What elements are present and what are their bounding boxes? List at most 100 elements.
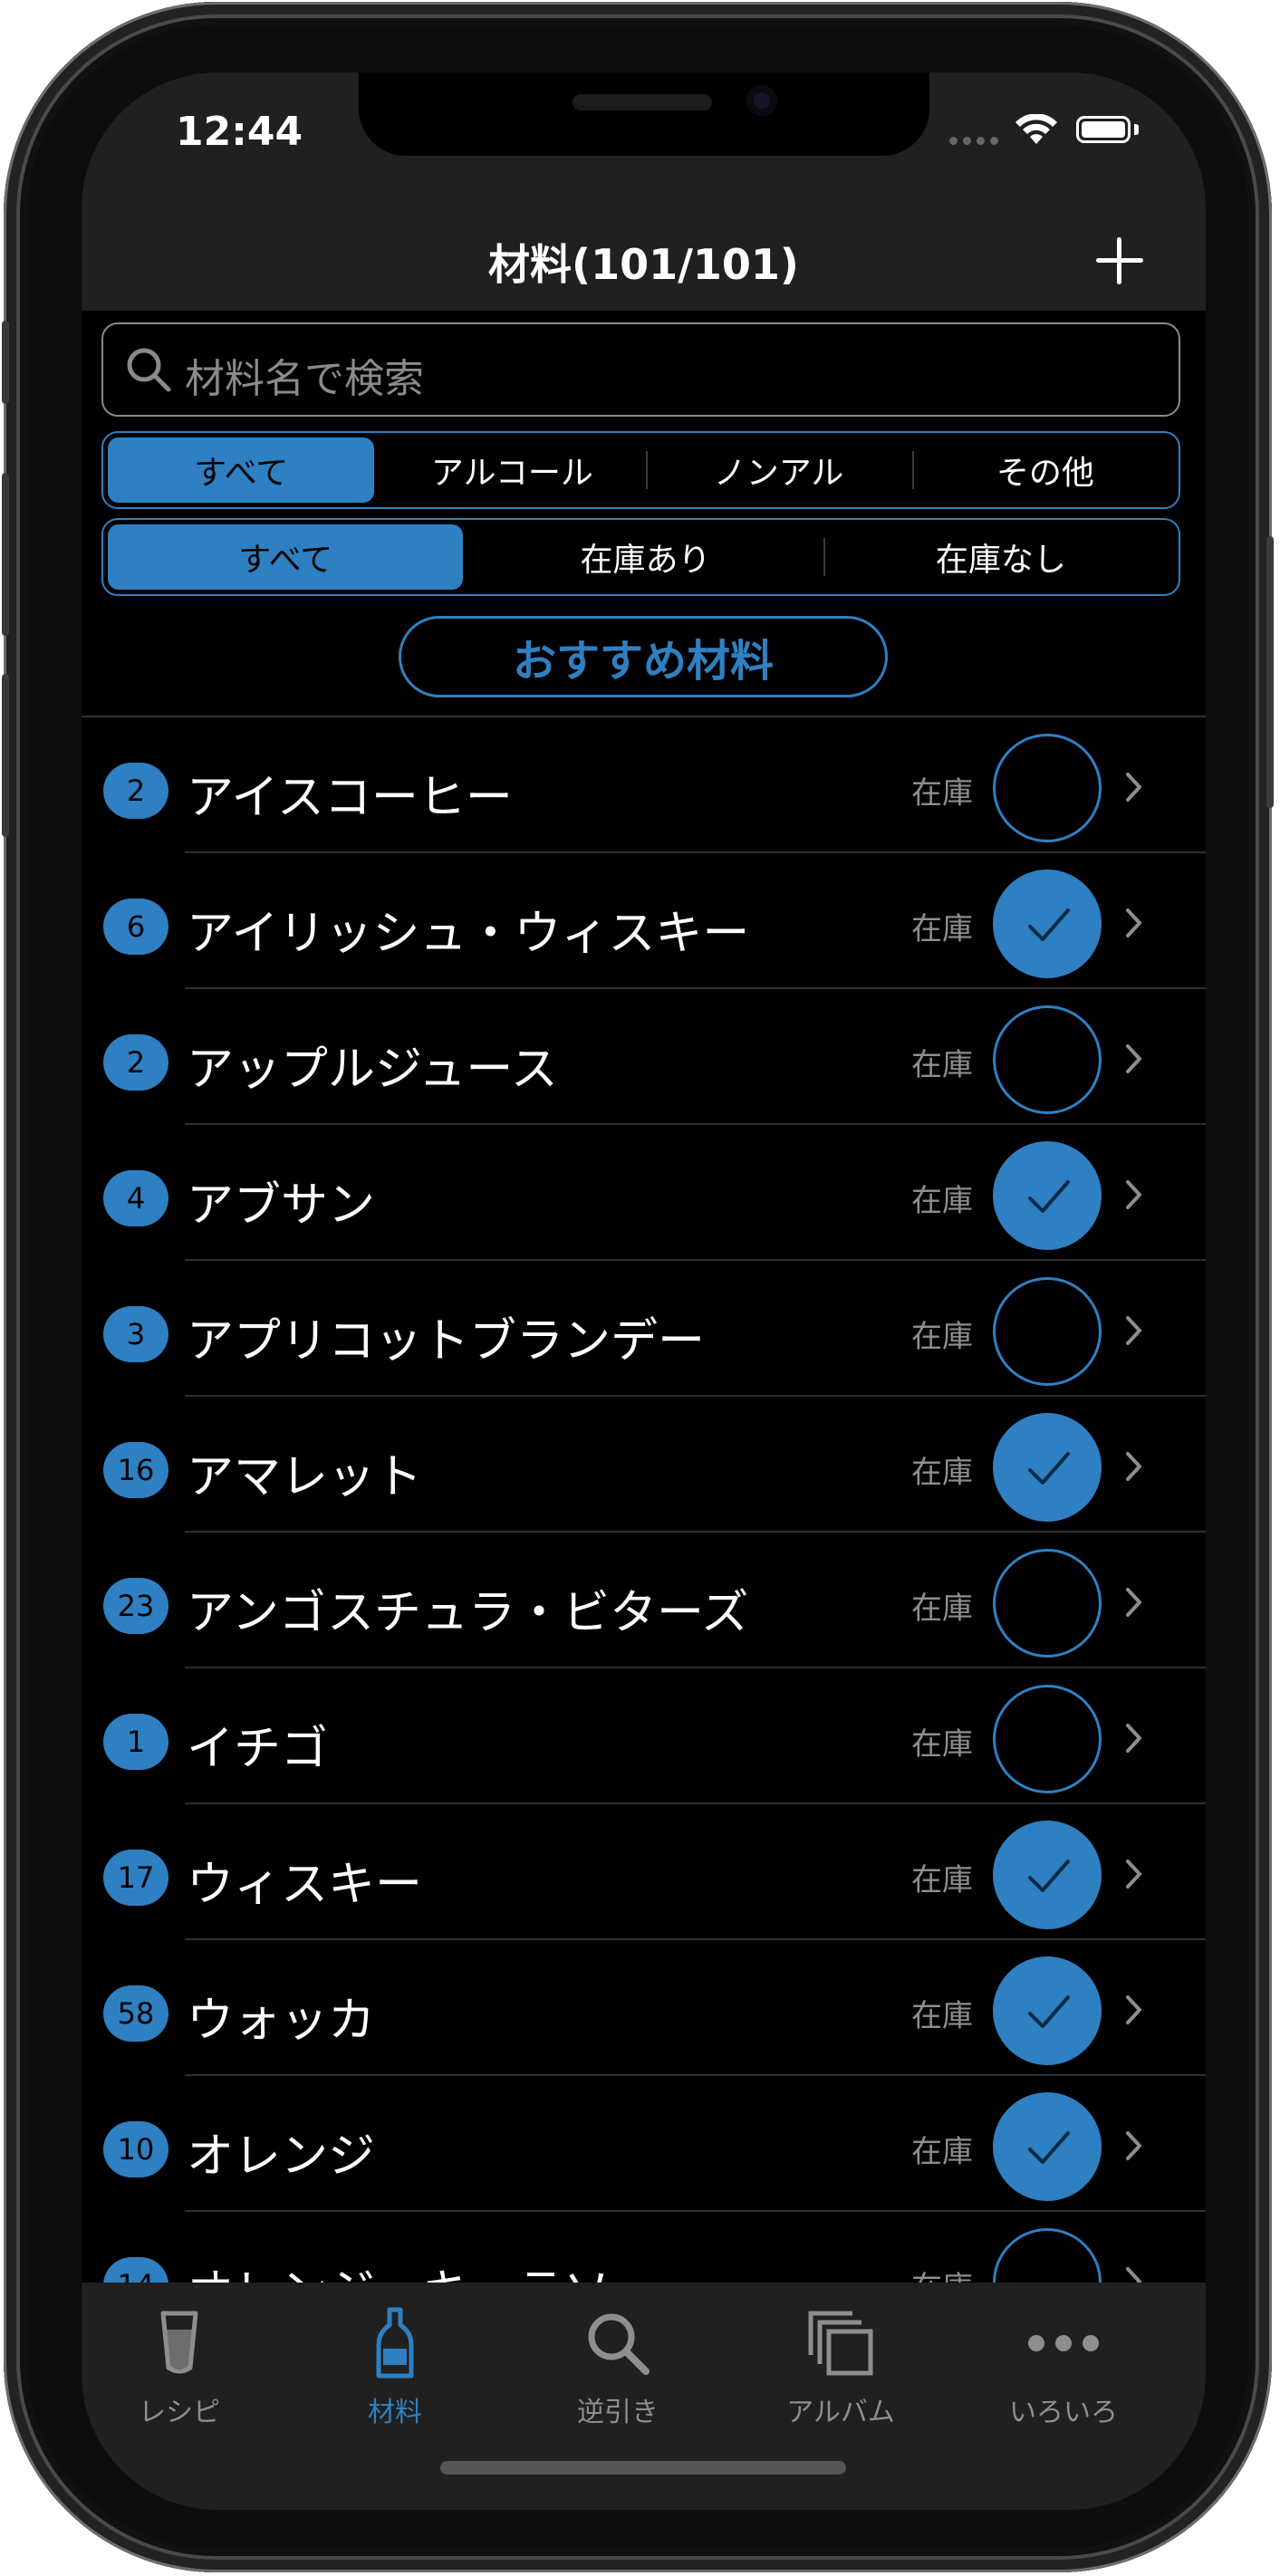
- recommended-ingredients-button[interactable]: おすすめ材料: [399, 616, 888, 697]
- list-item[interactable]: 4 アブサン 在庫: [82, 1125, 1206, 1261]
- ingredient-name: アップルジュース: [187, 1043, 558, 1097]
- chevron-right-icon[interactable]: [1125, 2130, 1143, 2161]
- wifi-icon: [1015, 114, 1057, 144]
- stock-label: 在庫: [911, 1319, 973, 1355]
- home-indicator: [440, 2461, 846, 2475]
- list-item[interactable]: 58 ウォッカ 在庫: [82, 1940, 1206, 2076]
- stock-checkbox[interactable]: [993, 2092, 1102, 2201]
- search-icon: [127, 348, 171, 392]
- navigation-bar: 材料(101/101): [82, 208, 1206, 311]
- battery-tip: [1134, 124, 1139, 135]
- category-all[interactable]: すべて: [108, 437, 375, 503]
- stock-checkbox[interactable]: [993, 1141, 1102, 1250]
- speaker: [573, 94, 712, 111]
- stock-checkbox[interactable]: [993, 1277, 1102, 1386]
- ingredient-name: アプリコットブランデー: [187, 1314, 706, 1369]
- list-item[interactable]: 2 アイスコーヒー 在庫: [82, 717, 1206, 853]
- notch: [359, 72, 929, 156]
- recipe-count-badge: 2: [103, 763, 168, 819]
- tab-label: いろいろ: [1009, 2397, 1118, 2428]
- stock-checkbox[interactable]: [993, 734, 1102, 842]
- stock-checkbox[interactable]: [993, 1413, 1102, 1522]
- recipe-count-badge: 4: [103, 1170, 168, 1226]
- volume-up-button: [2, 473, 9, 636]
- search-input[interactable]: 材料名で検索: [101, 322, 1180, 417]
- list-item[interactable]: 3 アプリコットブランデー 在庫: [82, 1261, 1206, 1397]
- search-placeholder: 材料名で検索: [185, 356, 424, 402]
- list-item[interactable]: 2 アップルジュース 在庫: [82, 989, 1206, 1125]
- list-item[interactable]: 6 アイリッシュ・ウィスキー 在庫: [82, 853, 1206, 989]
- tab-ingredients[interactable]: 材料: [295, 2302, 495, 2429]
- list-item[interactable]: 23 アンゴスチュラ・ビターズ 在庫: [82, 1533, 1206, 1668]
- stock-label: 在庫: [911, 2134, 973, 2170]
- list-item[interactable]: 16 アマレット 在庫: [82, 1397, 1206, 1533]
- chevron-right-icon[interactable]: [1125, 1043, 1143, 1074]
- stock-checkbox[interactable]: [993, 1005, 1102, 1114]
- tab-label: 材料: [368, 2397, 422, 2428]
- tab-more[interactable]: いろいろ: [964, 2302, 1163, 2429]
- tab-label: レシピ: [139, 2397, 220, 2428]
- chevron-right-icon[interactable]: [1125, 1451, 1143, 1482]
- stock-checkbox[interactable]: [993, 1685, 1102, 1793]
- recipe-count-badge: 2: [103, 1034, 168, 1091]
- search-icon: [518, 2302, 717, 2384]
- recipe-count-badge: 16: [103, 1442, 168, 1498]
- stock-label: 在庫: [911, 1047, 973, 1083]
- ingredient-name: アンゴスチュラ・ビターズ: [187, 1586, 749, 1640]
- chevron-right-icon[interactable]: [1125, 1994, 1143, 2025]
- stock-checkbox[interactable]: [993, 1821, 1102, 1929]
- ingredient-list: 2 アイスコーヒー 在庫 6 アイリッシュ・ウィスキー 在庫 2 アップルジュース 在庫 4 アブサ…: [82, 717, 1206, 2348]
- stock-all[interactable]: すべて: [108, 524, 464, 590]
- stock-checkbox[interactable]: [993, 1549, 1102, 1658]
- ingredient-name: アブサン: [187, 1178, 376, 1233]
- category-other[interactable]: その他: [911, 433, 1179, 507]
- stock-available[interactable]: 在庫あり: [467, 520, 823, 594]
- phone-frame: 12:44 材料(101/101) 材料名で検索 すべて アルコール ノンアル …: [2, 2, 1274, 2572]
- recipe-count-badge: 6: [103, 899, 168, 955]
- tab-label: アルバム: [786, 2397, 895, 2428]
- checkmark-icon: [1028, 1860, 1070, 1892]
- chevron-right-icon[interactable]: [1125, 908, 1143, 938]
- checkmark-icon: [1028, 908, 1070, 941]
- chevron-right-icon[interactable]: [1125, 1179, 1143, 1210]
- tab-album[interactable]: アルバム: [741, 2302, 940, 2429]
- stock-label: 在庫: [911, 1726, 973, 1763]
- list-item[interactable]: 17 ウィスキー 在庫: [82, 1804, 1206, 1940]
- tab-reverse-search[interactable]: 逆引き: [518, 2302, 717, 2429]
- ingredient-name: アイリッシュ・ウィスキー: [187, 907, 750, 961]
- screen: 12:44 材料(101/101) 材料名で検索 すべて アルコール ノンアル …: [82, 72, 1206, 2510]
- recipe-count-badge: 58: [103, 1985, 168, 2042]
- chevron-right-icon[interactable]: [1125, 772, 1143, 803]
- stock-checkbox[interactable]: [993, 1956, 1102, 2065]
- chevron-right-icon[interactable]: [1125, 1587, 1143, 1618]
- recipe-count-badge: 1: [103, 1714, 168, 1770]
- stock-checkbox[interactable]: [993, 870, 1102, 978]
- bottle-icon: [295, 2302, 495, 2384]
- tab-label: 逆引き: [577, 2397, 659, 2428]
- checkmark-icon: [1028, 1180, 1070, 1213]
- category-filter: すべて アルコール ノンアル その他: [101, 431, 1180, 509]
- front-camera: [746, 85, 777, 116]
- tab-bar: レシピ 材料 逆引き アルバム いろいろ: [82, 2283, 1206, 2510]
- list-item[interactable]: 1 イチゴ 在庫: [82, 1668, 1206, 1804]
- status-time: 12:44: [176, 109, 303, 155]
- volume-down-button: [2, 674, 9, 837]
- category-alcohol[interactable]: アルコール: [379, 433, 645, 507]
- cellular-signal-icon: [949, 137, 998, 145]
- stock-label: 在庫: [911, 775, 973, 812]
- silent-switch: [2, 321, 9, 404]
- stock-label: 在庫: [911, 911, 973, 947]
- tab-recipe[interactable]: レシピ: [82, 2302, 279, 2429]
- chevron-right-icon[interactable]: [1125, 1723, 1143, 1754]
- category-non-alcohol[interactable]: ノンアル: [645, 433, 912, 507]
- chevron-right-icon[interactable]: [1125, 1315, 1143, 1346]
- list-item[interactable]: 10 オレンジ 在庫: [82, 2076, 1206, 2212]
- stock-unavailable[interactable]: 在庫なし: [823, 520, 1179, 594]
- album-icon: [741, 2302, 940, 2384]
- ingredient-name: アイスコーヒー: [187, 771, 513, 825]
- add-ingredient-button[interactable]: [1092, 234, 1147, 288]
- recipe-count-badge: 17: [103, 1850, 168, 1906]
- chevron-right-icon[interactable]: [1125, 1859, 1143, 1889]
- stock-label: 在庫: [911, 1455, 973, 1491]
- recipe-count-badge: 3: [103, 1306, 168, 1362]
